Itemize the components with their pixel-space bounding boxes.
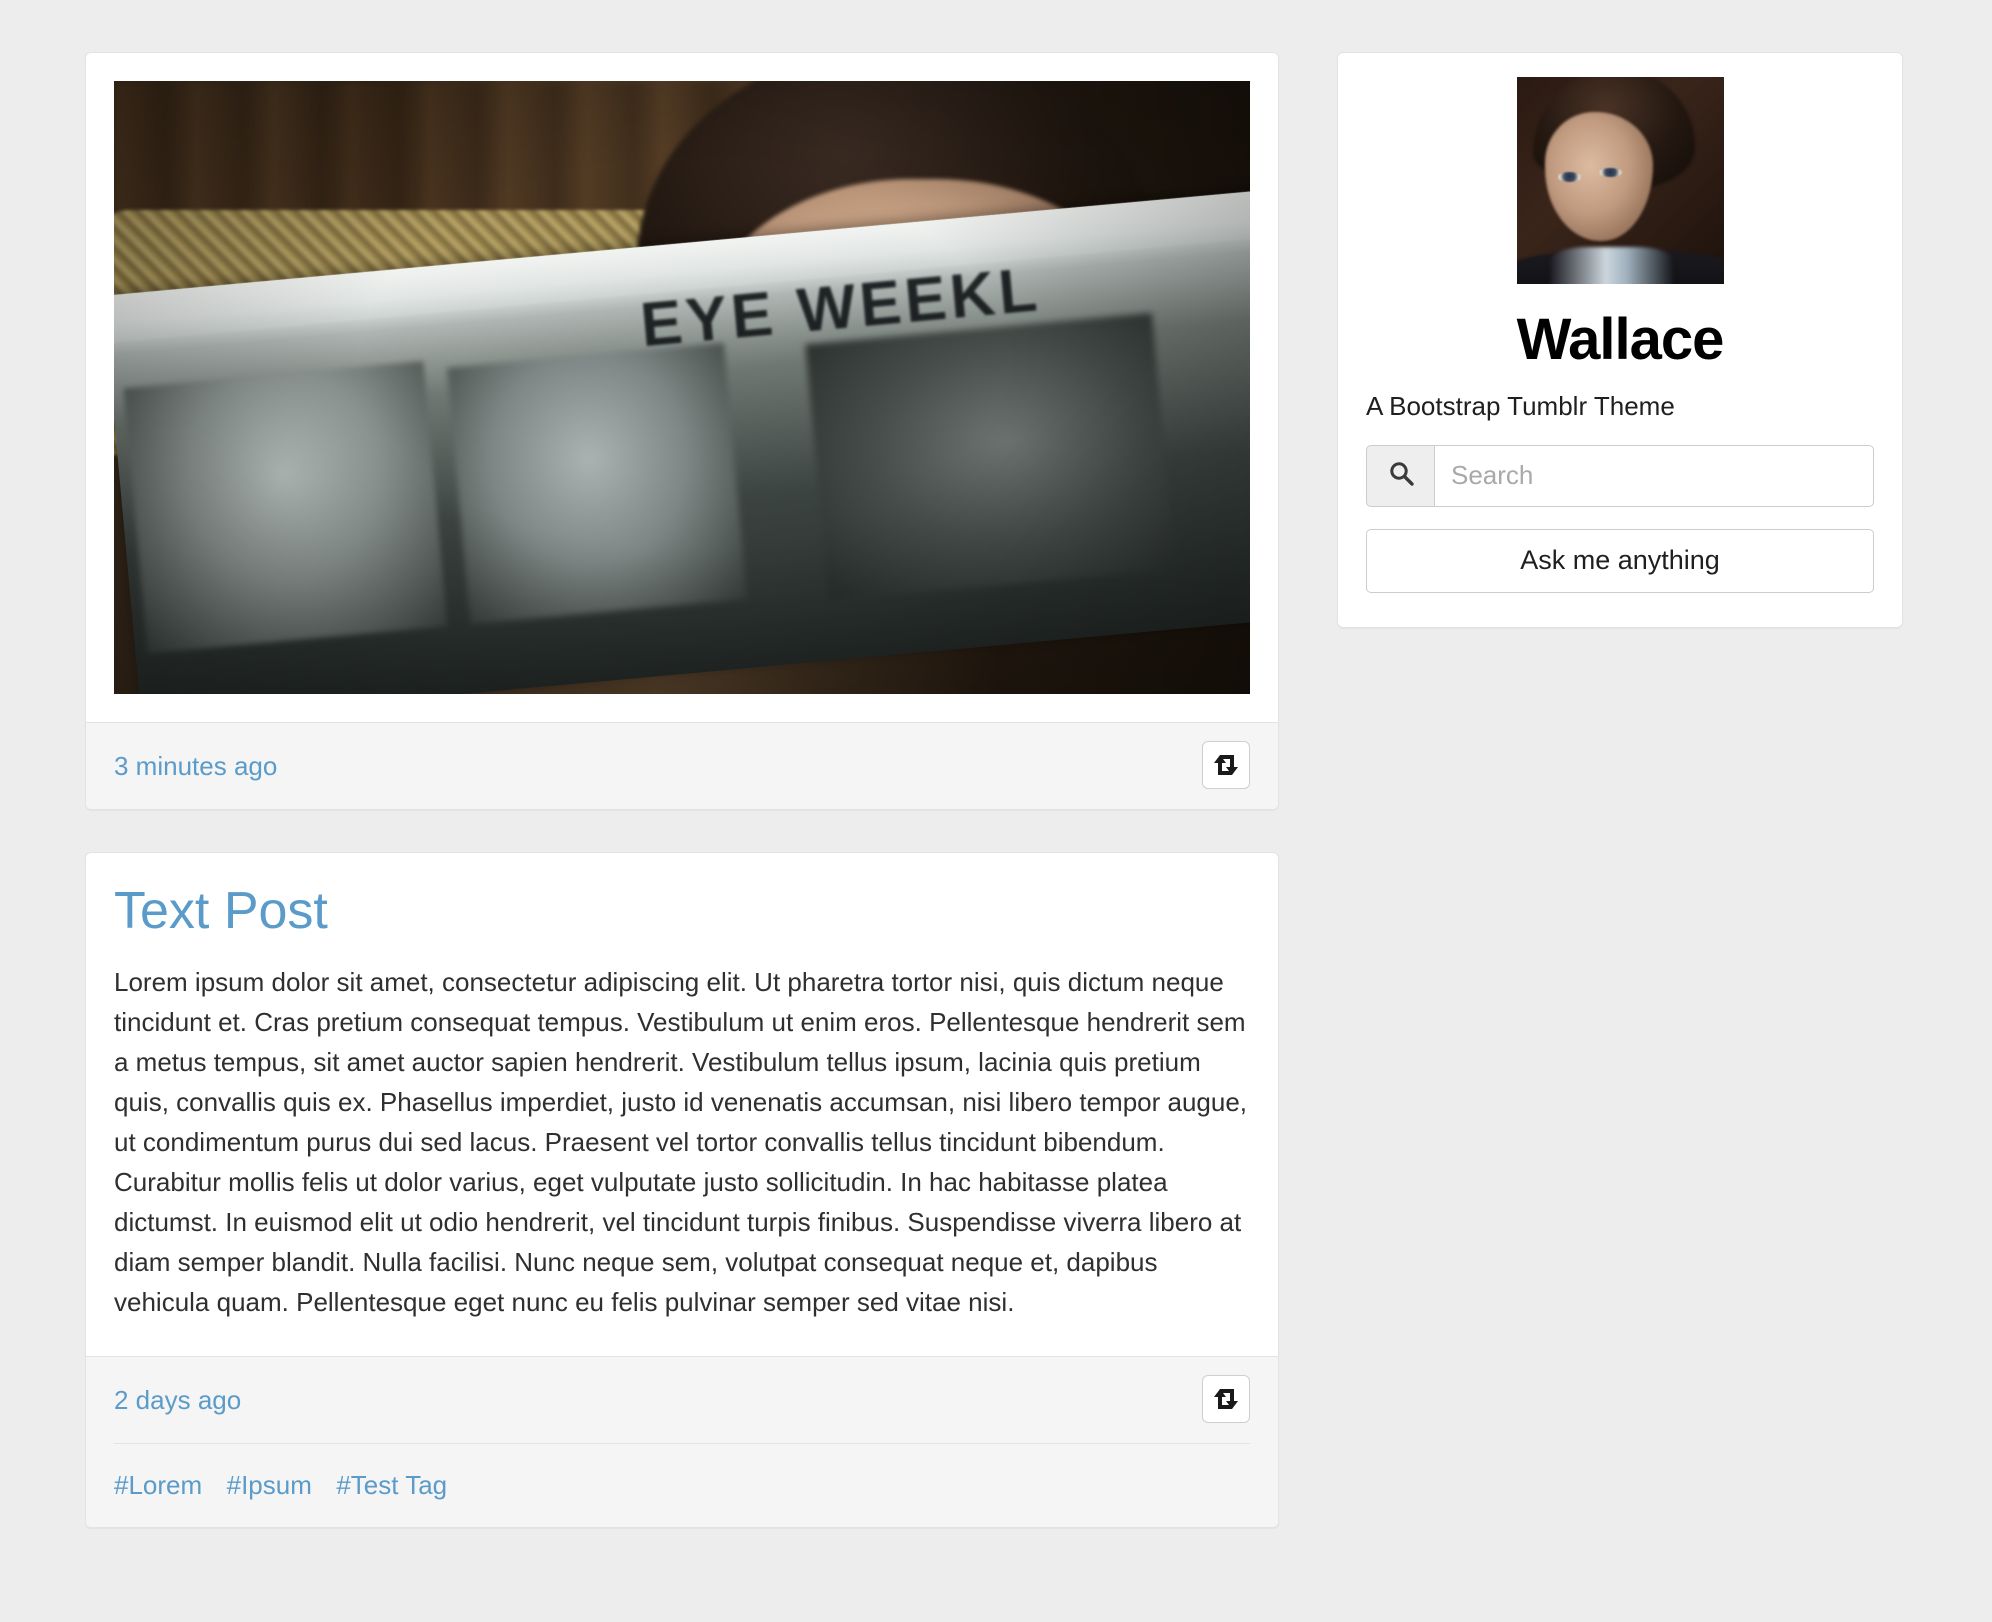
post-body-text: Lorem ipsum dolor sit amet, consectetur … <box>114 967 1248 1318</box>
reblog-icon <box>1213 1387 1239 1411</box>
text-post-body: Text Post Lorem ipsum dolor sit amet, co… <box>86 853 1278 1356</box>
photo-post-footer: 3 minutes ago <box>86 722 1278 809</box>
avatar-wrapper <box>1366 77 1874 284</box>
text-post-card: Text Post Lorem ipsum dolor sit amet, co… <box>85 852 1279 1529</box>
photo-vignette <box>114 81 1250 694</box>
search-input[interactable] <box>1434 444 1874 507</box>
reblog-button[interactable] <box>1202 1375 1250 1424</box>
search-form <box>1366 444 1874 507</box>
ask-me-anything-button[interactable]: Ask me anything <box>1366 528 1874 593</box>
blog-title: Wallace <box>1516 307 1725 372</box>
post-title[interactable]: Text Post <box>114 882 1250 940</box>
post-tag[interactable]: #Ipsum <box>227 1470 312 1501</box>
post-tag[interactable]: #Lorem <box>114 1470 202 1501</box>
post-tag[interactable]: #Test Tag <box>336 1470 447 1501</box>
posts-column: EYE WEEKL 3 minutes ago <box>85 52 1279 1570</box>
sidebar-column: Wallace A Bootstrap Tumblr Theme Ask me … <box>1337 52 1903 628</box>
search-icon <box>1387 459 1415 492</box>
blog-description: A Bootstrap Tumblr Theme <box>1366 390 1675 421</box>
post-photo[interactable]: EYE WEEKL <box>114 81 1250 694</box>
reblog-icon <box>1213 753 1239 777</box>
avatar-collar <box>1549 246 1674 284</box>
search-icon-addon[interactable] <box>1366 444 1434 507</box>
text-post-footer: 2 days ago #Lorem #Ipsum #Test Tag <box>86 1356 1278 1528</box>
post-timestamp[interactable]: 3 minutes ago <box>114 749 277 783</box>
avatar[interactable] <box>1516 77 1724 284</box>
avatar-eye-left <box>1557 172 1581 182</box>
photo-post-card: EYE WEEKL 3 minutes ago <box>85 52 1279 810</box>
blog-info-card: Wallace A Bootstrap Tumblr Theme Ask me … <box>1337 52 1903 628</box>
post-tags: #Lorem #Ipsum #Test Tag <box>114 1443 1250 1501</box>
reblog-button[interactable] <box>1202 741 1250 789</box>
page-root: EYE WEEKL 3 minutes ago <box>0 0 1992 1622</box>
photo-post-body: EYE WEEKL <box>86 53 1278 694</box>
post-timestamp[interactable]: 2 days ago <box>114 1383 241 1417</box>
